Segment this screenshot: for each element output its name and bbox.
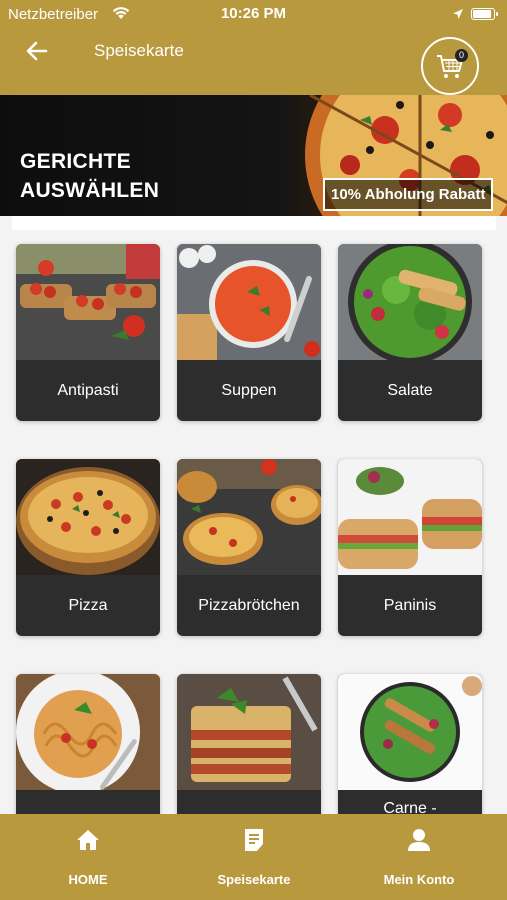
salate-image	[338, 244, 482, 360]
category-label: Salate	[387, 382, 433, 399]
category-label: Carne -	[383, 800, 437, 814]
suppen-image	[177, 244, 321, 360]
category-label: Pizzabrötchen	[198, 597, 300, 614]
nav-speisekarte[interactable]: Speisekarte	[174, 814, 334, 900]
status-bar: Netzbetreiber 10:26 PM	[0, 0, 507, 28]
category-label: Pizza	[68, 597, 108, 614]
page-title: Speisekarte	[94, 41, 184, 60]
back-button[interactable]	[24, 38, 54, 66]
category-label: Paninis	[383, 597, 437, 614]
category-label	[177, 790, 321, 814]
nav-mein-konto[interactable]: Mein Konto	[339, 814, 499, 900]
pizza-image	[16, 459, 160, 575]
menu-list-icon	[245, 829, 263, 851]
arrow-left-icon	[26, 41, 48, 61]
banner-title: GERICHTE AUSWÄHLEN	[20, 150, 160, 202]
home-icon	[77, 830, 99, 850]
cart-count-badge: 0	[455, 49, 468, 62]
pizzabroetchen-image	[177, 459, 321, 575]
location-arrow-icon	[452, 7, 464, 25]
bottom-navigation: HOME Speisekarte Mein Konto	[0, 814, 507, 900]
category-card-pizza[interactable]: Pizza	[16, 459, 160, 636]
battery-icon	[471, 8, 498, 20]
discount-badge: 10% Abholung Rabatt	[323, 178, 494, 211]
category-label: Antipasti	[57, 382, 119, 399]
category-card-carne[interactable]: Carne -	[338, 674, 482, 814]
category-card-lasagne[interactable]	[177, 674, 321, 814]
carne-image	[338, 674, 482, 790]
category-card-salate[interactable]: Salate	[338, 244, 482, 421]
nav-speisekarte-label: Speisekarte	[217, 872, 291, 887]
category-grid: Antipasti Suppen Salate Pizza Pizzabrötc…	[0, 216, 507, 814]
category-card-pizzabroetchen[interactable]: Pizzabrötchen	[177, 459, 321, 636]
category-card-antipasti[interactable]: Antipasti	[16, 244, 160, 421]
cart-button[interactable]: 0	[421, 37, 479, 95]
category-card-paninis[interactable]: Paninis	[338, 459, 482, 636]
promo-banner: GERICHTE AUSWÄHLEN 10% Abholung Rabatt	[0, 95, 507, 216]
paninis-image	[338, 459, 482, 575]
user-icon	[408, 829, 430, 851]
grid-top-strip	[12, 216, 496, 230]
nav-home-label: HOME	[68, 872, 108, 887]
nav-mein-konto-label: Mein Konto	[383, 872, 455, 887]
category-card-pasta[interactable]	[16, 674, 160, 814]
category-card-suppen[interactable]: Suppen	[177, 244, 321, 421]
pasta-image	[16, 674, 160, 790]
nav-home[interactable]: HOME	[8, 814, 168, 900]
lasagne-image	[177, 674, 321, 790]
category-label: Suppen	[221, 382, 277, 399]
antipasti-image	[16, 244, 160, 360]
status-time: 10:26 PM	[220, 5, 287, 22]
category-label	[16, 790, 160, 814]
